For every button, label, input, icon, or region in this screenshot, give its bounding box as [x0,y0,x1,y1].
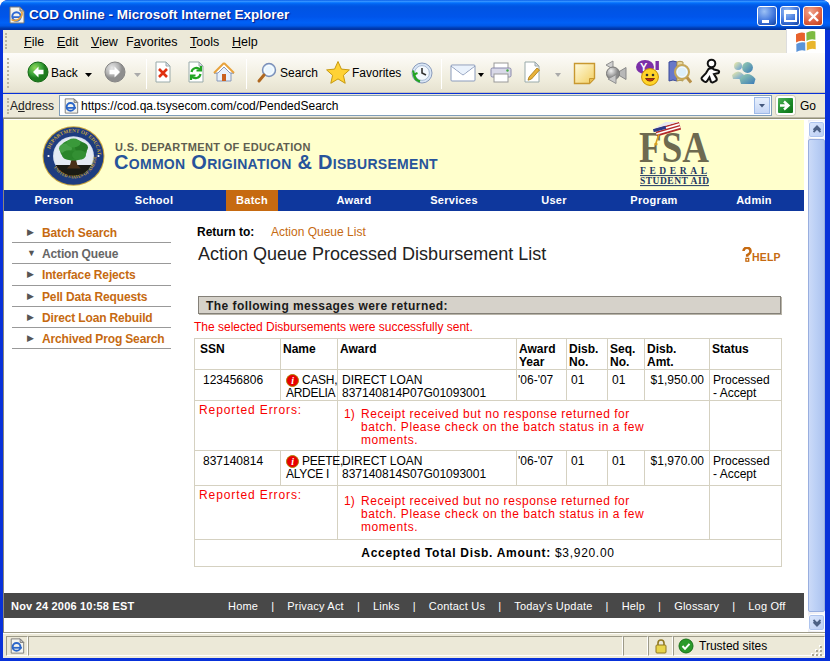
svg-text:FEDERAL: FEDERAL [640,166,707,176]
svg-text:STUDENT AID: STUDENT AID [640,176,709,186]
